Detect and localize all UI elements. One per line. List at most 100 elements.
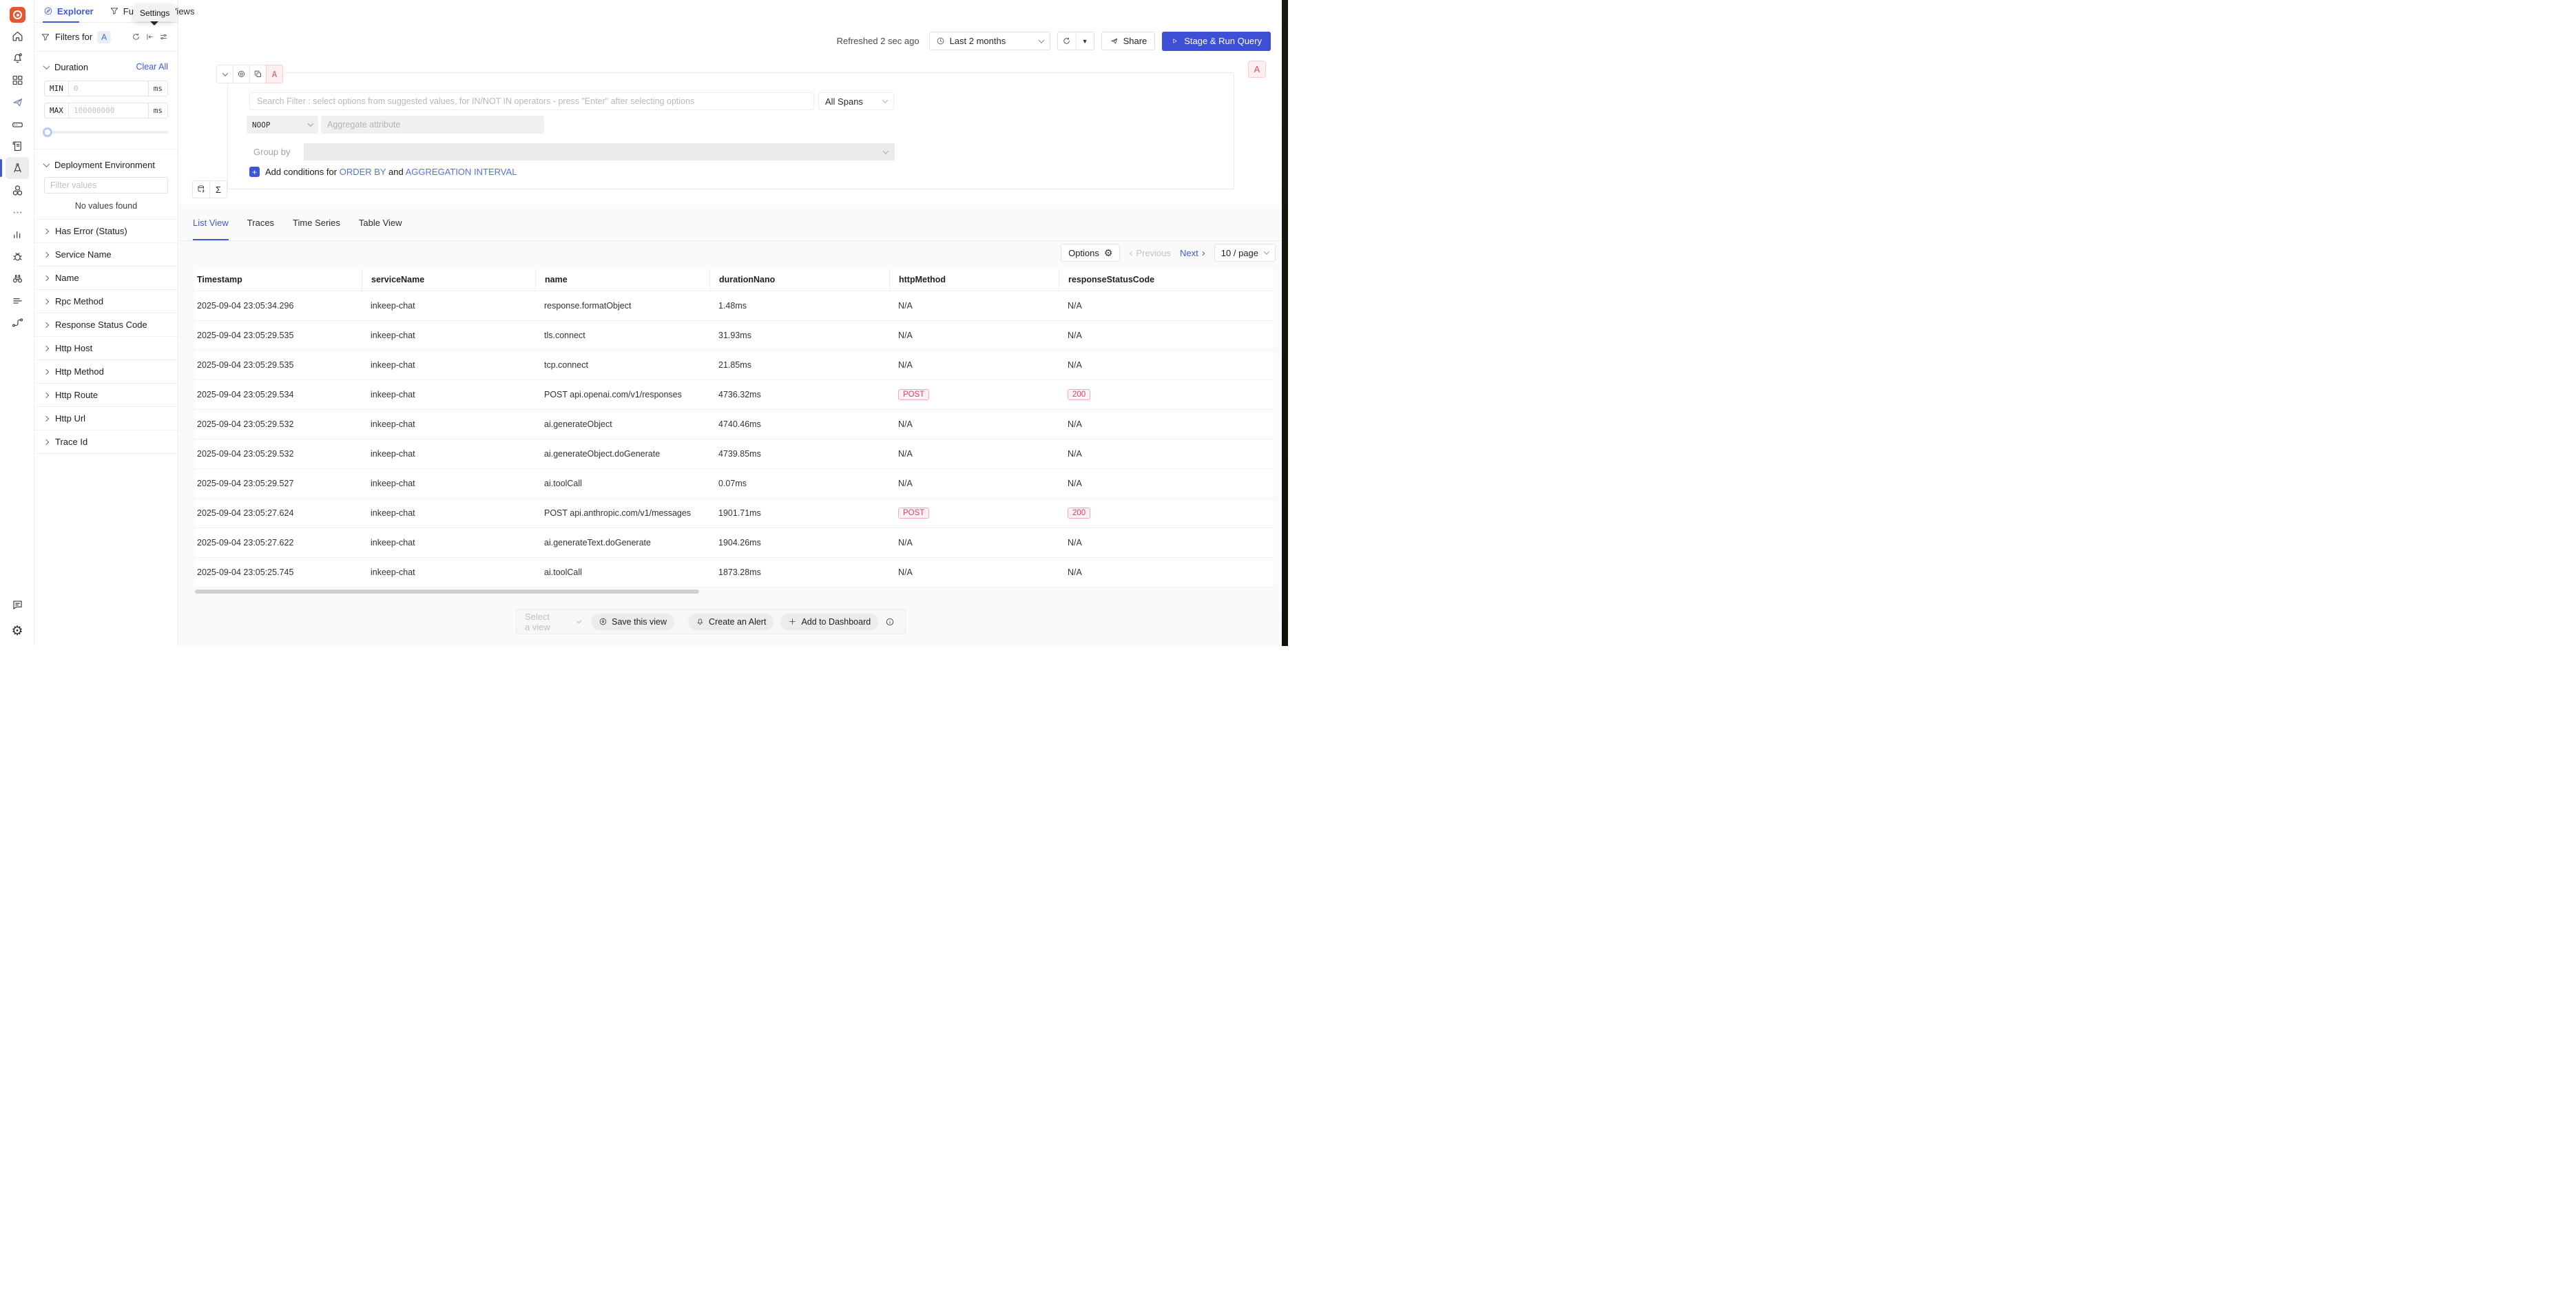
- rail-item-home[interactable]: [6, 25, 29, 47]
- table-row[interactable]: 2025-09-04 23:05:29.535 inkeep-chat tls.…: [195, 321, 1274, 351]
- rail-item-infrastructure[interactable]: [6, 113, 29, 135]
- select-view-dropdown[interactable]: Select a view: [525, 612, 584, 632]
- status-code-badge: 200: [1068, 389, 1090, 400]
- rail-item-pipelines[interactable]: [6, 311, 29, 333]
- duration-header[interactable]: Duration Clear All: [44, 59, 168, 74]
- filters-settings-button[interactable]: [159, 32, 168, 41]
- add-to-dashboard-button[interactable]: Add to Dashboard: [780, 614, 878, 630]
- rail-item-settings[interactable]: ⚙: [6, 620, 29, 642]
- stage-run-query-button[interactable]: Stage & Run Query: [1162, 32, 1271, 51]
- filter-item-http-url[interactable]: Http Url: [34, 407, 178, 430]
- options-button[interactable]: Options ⚙: [1061, 244, 1120, 262]
- refresh-button[interactable]: [1058, 32, 1076, 50]
- refresh-interval-button[interactable]: ▼: [1076, 32, 1094, 50]
- search-filter-input[interactable]: [249, 92, 814, 110]
- rail-item-alerts[interactable]: [6, 47, 29, 69]
- filter-item-http-route[interactable]: Http Route: [34, 384, 178, 407]
- info-button[interactable]: [885, 617, 895, 627]
- time-range-select[interactable]: Last 2 months: [929, 32, 1050, 50]
- add-formula-button[interactable]: Σ: [209, 180, 227, 198]
- duration-min-group: MIN ms: [44, 81, 168, 96]
- play-icon: [1171, 37, 1178, 45]
- slider-handle[interactable]: [43, 127, 52, 137]
- save-view-button[interactable]: Save this view: [591, 614, 674, 630]
- tab-time-series[interactable]: Time Series: [293, 205, 340, 240]
- rail-item-explore[interactable]: [6, 267, 29, 289]
- filter-item-response-status-code[interactable]: Response Status Code: [34, 313, 178, 337]
- filter-item-http-method[interactable]: Http Method: [34, 360, 178, 384]
- rail-item-dashboards[interactable]: [6, 69, 29, 91]
- column-header-durationnano[interactable]: durationNano: [709, 269, 889, 291]
- deployment-environment-header[interactable]: Deployment Environment: [44, 157, 168, 172]
- table-row[interactable]: 2025-09-04 23:05:29.532 inkeep-chat ai.g…: [195, 439, 1274, 469]
- query-label-chip[interactable]: A: [266, 65, 283, 83]
- filter-item-has-error[interactable]: Has Error (Status): [34, 220, 178, 243]
- column-header-name[interactable]: name: [535, 269, 709, 291]
- aggregate-operator-select[interactable]: NOOP: [247, 116, 318, 134]
- column-header-httpmethod[interactable]: httpMethod: [889, 269, 1059, 291]
- group-by-select[interactable]: [304, 143, 895, 160]
- order-by-link[interactable]: ORDER BY: [340, 167, 386, 177]
- table-row[interactable]: 2025-09-04 23:05:29.532 inkeep-chat ai.g…: [195, 410, 1274, 439]
- filter-item-trace-id[interactable]: Trace Id: [34, 430, 178, 454]
- page-size-select[interactable]: 10 / page: [1214, 244, 1276, 262]
- rail-item-exceptions[interactable]: [6, 245, 29, 267]
- database-zap-icon: [196, 185, 206, 194]
- table-row[interactable]: 2025-09-04 23:05:27.624 inkeep-chat POST…: [195, 499, 1274, 528]
- filters-query-chip[interactable]: A: [97, 31, 111, 43]
- tab-explorer[interactable]: Explorer: [43, 6, 94, 17]
- duration-slider[interactable]: [44, 124, 168, 140]
- aggregate-attribute-input[interactable]: Aggregate attribute: [321, 116, 544, 134]
- horizontal-scrollbar[interactable]: [195, 590, 699, 594]
- tab-table-view[interactable]: Table View: [359, 205, 402, 240]
- rail-item-integrations[interactable]: [6, 179, 29, 201]
- rail-item-more[interactable]: [6, 201, 29, 223]
- filters-collapse-button[interactable]: [145, 32, 154, 41]
- query-a-chip-right[interactable]: A: [1248, 61, 1266, 78]
- screen-edge: [1282, 0, 1288, 646]
- column-header-timestamp[interactable]: Timestamp: [195, 269, 362, 291]
- filter-item-http-host[interactable]: Http Host: [34, 337, 178, 360]
- filter-item-rpc-method[interactable]: Rpc Method: [34, 290, 178, 313]
- rail-item-messaging[interactable]: [6, 91, 29, 113]
- query-visibility-button[interactable]: [233, 65, 250, 83]
- clear-all-link[interactable]: Clear All: [136, 62, 168, 72]
- rail-item-support[interactable]: [6, 594, 29, 616]
- table-row[interactable]: 2025-09-04 23:05:29.534 inkeep-chat POST…: [195, 380, 1274, 410]
- previous-page-button[interactable]: ‹Previous: [1129, 248, 1171, 258]
- query-duplicate-button[interactable]: [249, 65, 267, 83]
- column-header-responsestatuscode[interactable]: responseStatusCode: [1059, 269, 1274, 291]
- rail-item-api-monitoring[interactable]: [6, 289, 29, 311]
- filters-refresh-button[interactable]: [132, 32, 141, 41]
- table-row[interactable]: 2025-09-04 23:05:29.527 inkeep-chat ai.t…: [195, 469, 1274, 499]
- settings-tooltip: Settings: [134, 5, 176, 21]
- add-query-button[interactable]: [192, 180, 210, 198]
- rail-item-traces-active[interactable]: [6, 157, 29, 179]
- chevron-right-icon: [43, 275, 49, 280]
- rail-item-logs[interactable]: [6, 135, 29, 157]
- query-collapse-button[interactable]: [216, 65, 233, 83]
- table-row[interactable]: 2025-09-04 23:05:27.622 inkeep-chat ai.g…: [195, 528, 1274, 558]
- duration-max-input[interactable]: [69, 103, 149, 118]
- deployment-environment-title: Deployment Environment: [54, 160, 155, 170]
- tab-traces[interactable]: Traces: [247, 205, 274, 240]
- filter-item-service-name[interactable]: Service Name: [34, 243, 178, 267]
- aggregation-interval-link[interactable]: AGGREGATION INTERVAL: [406, 167, 517, 177]
- column-header-servicename[interactable]: serviceName: [362, 269, 535, 291]
- signoz-logo[interactable]: [10, 7, 25, 23]
- results-toolbar: Options ⚙ ‹Previous Next› 10 / page: [1061, 242, 1276, 263]
- create-alert-button[interactable]: Create an Alert: [688, 614, 773, 630]
- filter-values-input[interactable]: [44, 177, 168, 194]
- table-row[interactable]: 2025-09-04 23:05:25.745 inkeep-chat ai.t…: [195, 558, 1274, 587]
- add-condition-button[interactable]: +: [249, 167, 260, 177]
- duration-min-input[interactable]: [69, 81, 149, 96]
- share-button[interactable]: Share: [1101, 32, 1156, 50]
- table-row[interactable]: 2025-09-04 23:05:34.296 inkeep-chat resp…: [195, 291, 1274, 321]
- next-page-button[interactable]: Next›: [1180, 248, 1205, 258]
- filter-item-name[interactable]: Name: [34, 267, 178, 290]
- cell-statuscode: N/A: [1059, 301, 1274, 311]
- tab-list-view[interactable]: List View: [193, 205, 229, 240]
- rail-item-metrics[interactable]: [6, 223, 29, 245]
- table-row[interactable]: 2025-09-04 23:05:29.535 inkeep-chat tcp.…: [195, 351, 1274, 380]
- span-scope-select[interactable]: All Spans: [818, 92, 894, 110]
